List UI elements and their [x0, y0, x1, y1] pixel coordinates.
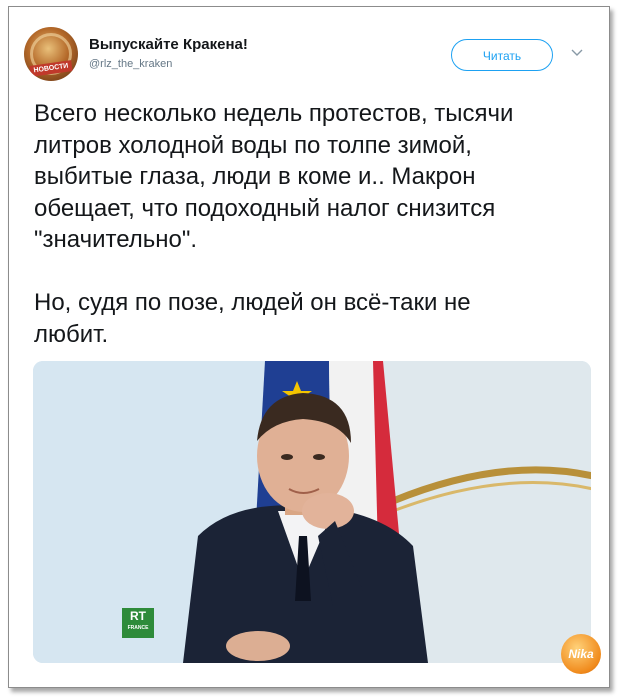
- tweet-line: обещает, что подоходный налог снизится: [34, 194, 496, 222]
- tweet-line: Но, судя по позе, людей он всё-таки не: [34, 288, 471, 316]
- avatar[interactable]: НОВОСТИ: [24, 27, 78, 81]
- tweet-photo[interactable]: [33, 361, 591, 663]
- hand: [302, 493, 354, 529]
- photo-scene: [33, 361, 591, 663]
- lower-hand: [226, 631, 290, 661]
- rt-france-logo: RT FRANCE: [122, 608, 154, 638]
- eye: [281, 454, 293, 460]
- tweet-line: любит.: [34, 320, 109, 348]
- watermark-logo: Nika: [561, 634, 601, 674]
- tweet-line: "значительно".: [34, 226, 198, 254]
- display-name[interactable]: Выпускайте Кракена!: [89, 36, 248, 53]
- follow-button[interactable]: Читать: [451, 39, 553, 71]
- tweet-line: литров холодной воды по толпе зимой,: [34, 131, 472, 159]
- tweet-line: выбитые глаза, люди в коме и.. Макрон: [34, 163, 476, 191]
- eye: [313, 454, 325, 460]
- tweet-text: Всего несколько недель протестов, тысячи…: [34, 98, 594, 350]
- user-handle[interactable]: @rlz_the_kraken: [89, 58, 172, 70]
- chevron-down-icon[interactable]: [571, 49, 583, 57]
- tweet-line: Всего несколько недель протестов, тысячи: [34, 100, 514, 127]
